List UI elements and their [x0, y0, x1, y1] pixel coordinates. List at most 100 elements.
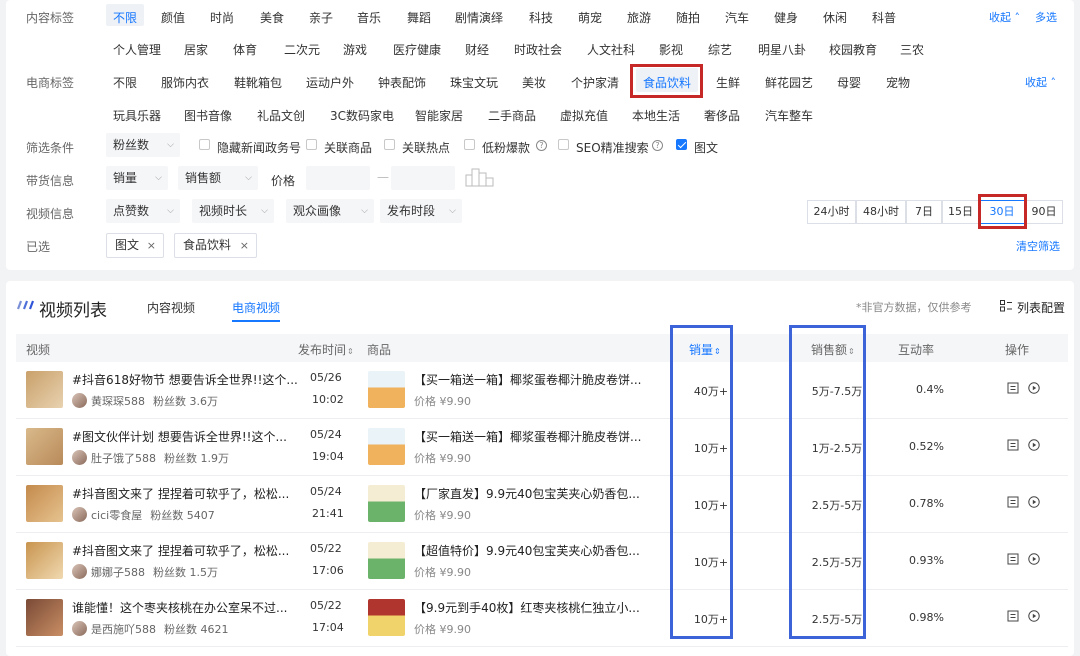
revenue-dropdown[interactable]: 销售额 ⌵: [178, 166, 258, 190]
filter-tag[interactable]: 不限: [113, 9, 137, 26]
detail-icon[interactable]: [1007, 610, 1019, 622]
filter-tag[interactable]: 游戏: [343, 41, 367, 58]
filter-tag[interactable]: 校园教育: [829, 41, 877, 58]
play-icon[interactable]: [1028, 496, 1040, 508]
filter-tag[interactable]: 礼品文创: [257, 107, 305, 124]
detail-icon[interactable]: [1007, 439, 1019, 451]
filter-tag[interactable]: 钟表配饰: [378, 74, 426, 91]
filter-tag[interactable]: 财经: [465, 41, 489, 58]
price-min-input[interactable]: [306, 166, 370, 190]
avatar[interactable]: [72, 564, 87, 579]
detail-icon[interactable]: [1007, 496, 1019, 508]
filter-tag[interactable]: 音乐: [357, 9, 381, 26]
filter-tag[interactable]: 本地生活: [632, 107, 680, 124]
filter-tag[interactable]: 综艺: [708, 41, 732, 58]
table-row[interactable]: #图文伙伴计划 想要告诉全世界!!这个... 肚子饿了588 粉丝数 1.9万 05/…: [16, 419, 1068, 476]
filter-tag[interactable]: 不限: [113, 74, 137, 91]
filter-tag[interactable]: 汽车: [725, 9, 749, 26]
table-row[interactable]: 谁能懂！这个枣夹核桃在办公室呆不过... 是西施吖588 粉丝数 4621 05/22…: [16, 590, 1068, 647]
help-icon[interactable]: ?: [652, 140, 663, 151]
video-filter-dropdown[interactable]: 视频时长 ⌵: [192, 199, 274, 223]
filter-tag[interactable]: 萌宠: [578, 9, 602, 26]
video-filter-dropdown[interactable]: 点赞数 ⌵: [106, 199, 180, 223]
filter-tag[interactable]: 生鲜: [716, 74, 740, 91]
detail-icon[interactable]: [1007, 553, 1019, 565]
filter-tag[interactable]: 美妆: [522, 74, 546, 91]
filter-tag[interactable]: 母婴: [837, 74, 861, 91]
filter-tag[interactable]: 人文社科: [587, 41, 635, 58]
filter-tag[interactable]: 科技: [529, 9, 553, 26]
video-thumbnail[interactable]: [26, 371, 63, 408]
checkbox[interactable]: [199, 139, 210, 150]
filter-tag[interactable]: 个人管理: [113, 41, 161, 58]
filter-tag[interactable]: 时政社会: [514, 41, 562, 58]
play-icon[interactable]: [1028, 610, 1040, 622]
author-name[interactable]: 黄琛琛588: [91, 395, 145, 408]
filter-tag[interactable]: 科普: [872, 9, 896, 26]
tab-ecom-videos[interactable]: 电商视频: [232, 299, 280, 316]
sort-icon[interactable]: ⇕: [347, 347, 354, 356]
price-max-input[interactable]: [391, 166, 455, 190]
checkbox[interactable]: [306, 139, 317, 150]
product-title[interactable]: 【9.9元到手40枚】红枣夹核桃仁独立小...: [414, 599, 640, 616]
play-icon[interactable]: [1028, 553, 1040, 565]
filter-tag[interactable]: 虚拟充值: [560, 107, 608, 124]
time-range-button[interactable]: 90日: [1025, 200, 1063, 224]
filter-tag[interactable]: 健身: [774, 9, 798, 26]
ecom-tags-collapse[interactable]: 收起 ˄: [1025, 74, 1056, 90]
play-icon[interactable]: [1028, 439, 1040, 451]
filter-tag[interactable]: 宠物: [886, 74, 910, 91]
video-title[interactable]: #抖音图文来了 捏捏着可软乎了，松松...: [72, 485, 289, 502]
avatar[interactable]: [72, 450, 87, 465]
tab-content-videos[interactable]: 内容视频: [147, 299, 195, 316]
filter-tag[interactable]: 舞蹈: [407, 9, 431, 26]
product-thumbnail[interactable]: [368, 542, 405, 579]
clear-filters-link[interactable]: 清空筛选: [1016, 238, 1060, 254]
checkbox[interactable]: [464, 139, 475, 150]
table-row[interactable]: #抖音图文来了 捏捏着可软乎了，松松... cici零食屋 粉丝数 5407 05/2…: [16, 476, 1068, 533]
sales-dropdown[interactable]: 销量 ⌵: [106, 166, 168, 190]
table-row[interactable]: #抖音图文来了 捏捏着可软乎了，松松... 娜娜子588 粉丝数 1.5万 05/22…: [16, 533, 1068, 590]
product-title[interactable]: 【厂家直发】9.9元40包宝芙夹心奶香包...: [414, 485, 640, 502]
filter-tag[interactable]: 玩具乐器: [113, 107, 161, 124]
filter-tag[interactable]: 剧情演绎: [455, 9, 503, 26]
filter-tag[interactable]: 体育: [233, 41, 257, 58]
video-filter-dropdown[interactable]: 观众画像 ⌵: [286, 199, 374, 223]
selected-chip-food[interactable]: 食品饮料 ×: [174, 233, 257, 258]
video-thumbnail[interactable]: [26, 485, 63, 522]
filter-tag[interactable]: 个护家清: [571, 74, 619, 91]
filter-tag[interactable]: 珠宝文玩: [450, 74, 498, 91]
product-thumbnail[interactable]: [368, 599, 405, 636]
filter-tag[interactable]: 服饰内衣: [161, 74, 209, 91]
filter-tag[interactable]: 亲子: [309, 9, 333, 26]
checkbox[interactable]: [558, 139, 569, 150]
filter-tag[interactable]: 智能家居: [415, 107, 463, 124]
time-range-button[interactable]: 7日: [906, 200, 942, 224]
filter-tag[interactable]: 二手商品: [488, 107, 536, 124]
avatar[interactable]: [72, 393, 87, 408]
filter-tag[interactable]: 旅游: [627, 9, 651, 26]
avatar[interactable]: [72, 507, 87, 522]
video-title[interactable]: #图文伙伴计划 想要告诉全世界!!这个...: [72, 428, 287, 445]
filter-tag[interactable]: 鞋靴箱包: [234, 74, 282, 91]
product-thumbnail[interactable]: [368, 485, 405, 522]
content-tags-collapse[interactable]: 收起 ˄: [989, 9, 1020, 25]
video-thumbnail[interactable]: [26, 542, 63, 579]
filter-tag[interactable]: 奢侈品: [704, 107, 740, 124]
filter-tag[interactable]: 颜值: [161, 9, 185, 26]
filter-tag[interactable]: 随拍: [676, 9, 700, 26]
time-range-button[interactable]: 24小时: [807, 200, 856, 224]
author-name[interactable]: 肚子饿了588: [91, 452, 156, 465]
filter-tag[interactable]: 影视: [659, 41, 683, 58]
checkbox[interactable]: [676, 139, 687, 150]
time-range-button[interactable]: 15日: [942, 200, 979, 224]
filter-tag[interactable]: 运动户外: [306, 74, 354, 91]
filter-tag[interactable]: 鲜花园艺: [765, 74, 813, 91]
product-thumbnail[interactable]: [368, 428, 405, 465]
author-name[interactable]: 娜娜子588: [91, 566, 145, 579]
content-tags-multi-select[interactable]: 多选: [1035, 9, 1057, 25]
detail-icon[interactable]: [1007, 382, 1019, 394]
col-publish-time[interactable]: 发布时间⇕: [298, 341, 354, 358]
filter-tag[interactable]: 汽车整车: [765, 107, 813, 124]
product-title[interactable]: 【超值特价】9.9元40包宝芙夹心奶香包...: [414, 542, 640, 559]
